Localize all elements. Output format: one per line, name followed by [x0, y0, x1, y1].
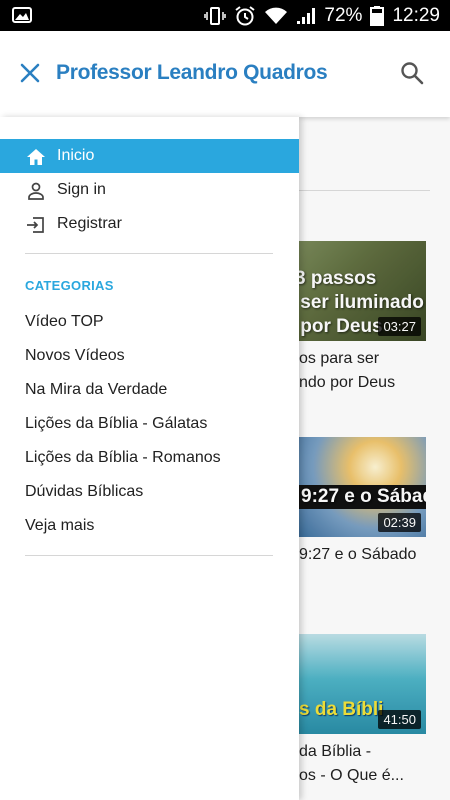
- vibrate-icon: [204, 6, 227, 25]
- drawer-divider: [25, 253, 273, 254]
- category-item[interactable]: Novos Vídeos: [25, 347, 125, 365]
- person-icon: [26, 181, 46, 201]
- category-item[interactable]: Dúvidas Bíblicas: [25, 483, 143, 501]
- alarm-icon: [234, 5, 256, 26]
- wifi-icon: [264, 7, 288, 25]
- search-icon[interactable]: [400, 61, 424, 90]
- categories-header: CATEGORIAS: [25, 278, 114, 293]
- drawer-scrim[interactable]: [299, 117, 450, 800]
- home-icon: [26, 147, 46, 167]
- category-item-more[interactable]: Veja mais: [25, 517, 94, 535]
- drawer-item-label: Registrar: [57, 215, 122, 232]
- battery-percent: 72%: [324, 4, 363, 26]
- category-item[interactable]: Na Mira da Verdade: [25, 381, 167, 399]
- drawer-item-label: Inicio: [57, 147, 95, 164]
- drawer-item-sign-in[interactable]: Sign in: [0, 173, 299, 207]
- signal-icon: [296, 7, 316, 25]
- app-title: Professor Leandro Quadros: [56, 61, 328, 84]
- navigation-drawer: Inicio Sign in Registrar CATEGORIAS Víde…: [0, 117, 299, 800]
- status-bar: 72% 12:29: [0, 0, 450, 31]
- category-item[interactable]: Lições da Bíblia - Gálatas: [25, 415, 207, 433]
- drawer-item-inicio[interactable]: Inicio: [0, 139, 299, 173]
- app-bar: Professor Leandro Quadros: [0, 31, 450, 117]
- login-icon: [26, 215, 46, 235]
- clock: 12:29: [392, 4, 440, 26]
- gallery-icon: [12, 7, 32, 23]
- close-icon[interactable]: [19, 62, 41, 89]
- drawer-item-registrar[interactable]: Registrar: [0, 207, 299, 241]
- category-item[interactable]: Lições da Bíblia - Romanos: [25, 449, 221, 467]
- category-item[interactable]: Vídeo TOP: [25, 313, 104, 331]
- drawer-item-label: Sign in: [57, 181, 106, 198]
- battery-icon: [370, 5, 385, 26]
- drawer-divider: [25, 555, 273, 556]
